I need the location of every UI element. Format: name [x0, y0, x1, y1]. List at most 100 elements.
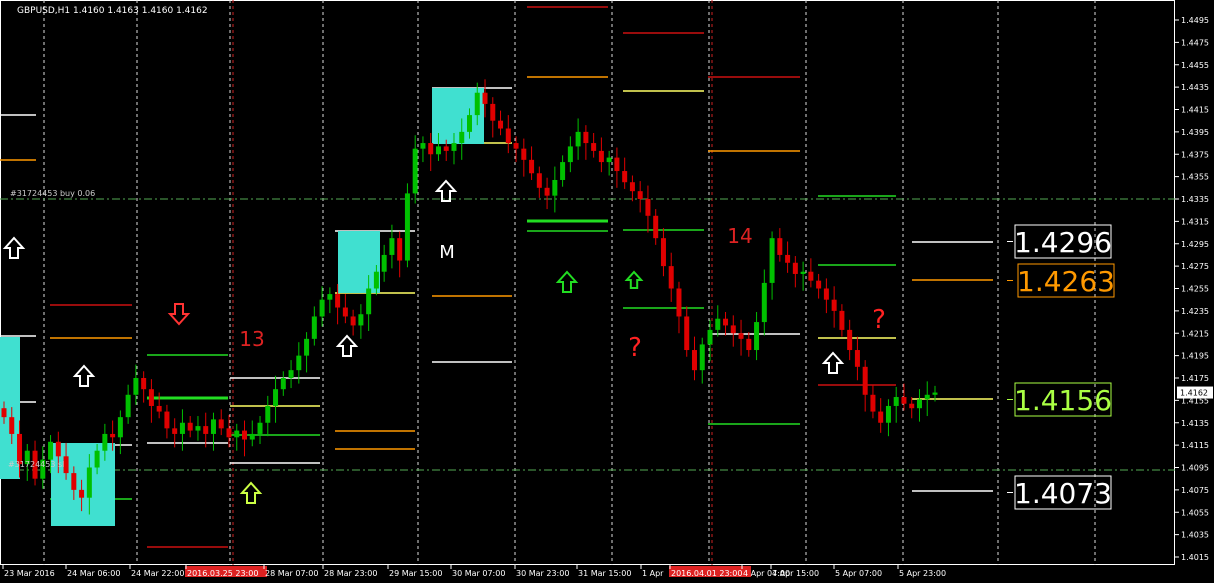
candle-body-52	[404, 193, 410, 261]
price-label-0: 1.4296	[1014, 226, 1112, 259]
price-label-3: 1.4073	[1014, 477, 1112, 510]
candle-body-13	[102, 433, 108, 451]
candle-body-106	[823, 288, 829, 300]
candle-body-54	[420, 143, 426, 149]
x-tick-label-15: 5 Apr 23:00	[899, 569, 946, 578]
candle-body-101	[785, 254, 791, 263]
mt4-chart-window[interactable]: 13 14 M?? 1.4296 1.4263 1.4156 1.4073 1.4495 1.…	[0, 0, 1214, 583]
candle-body-102	[792, 262, 798, 274]
grid-layer	[0, 0, 1175, 565]
candle-body-28	[218, 419, 224, 429]
candle-body-15	[117, 417, 123, 438]
candle-body-62	[482, 92, 488, 104]
candle-body-107	[831, 299, 837, 311]
candle-body-88	[684, 316, 690, 351]
y-tick-label-0: 1.4495	[1181, 16, 1209, 25]
price-axis: 1.4495 1.4475 1.4455 1.4435 1.4415 1.4395 1.43…	[1175, 16, 1213, 562]
candle-body-63	[490, 103, 496, 121]
y-tick-label-3: 1.4435	[1181, 83, 1209, 92]
y-tick-label-1: 1.4475	[1181, 38, 1209, 47]
candle-body-67	[521, 148, 527, 160]
candle-body-65	[505, 128, 511, 144]
x-tick-label-11: 2016.04.01 23:00	[671, 569, 742, 578]
candle-body-55	[428, 143, 434, 155]
candle-body-97	[754, 322, 760, 351]
y-tick-label-8: 1.4335	[1181, 195, 1209, 204]
candle-body-74	[575, 131, 581, 147]
up-arrow-white-0	[2, 236, 26, 259]
y-tick-label-5: 1.4395	[1181, 128, 1209, 137]
x-tick-label-1: 24 Mar 06:00	[67, 569, 120, 578]
candle-body-20	[156, 405, 162, 412]
candle-body-36	[280, 378, 286, 390]
time-axis: 23 Mar 2016 24 Mar 06:00 24 Mar 22:00 2016.…	[2, 565, 946, 578]
candle-body-33	[257, 422, 263, 434]
zone-box-0	[0, 337, 20, 479]
x-tick-label-8: 30 Mar 23:00	[516, 569, 569, 578]
candle-body-12	[94, 450, 100, 468]
candle-body-9	[71, 473, 77, 490]
x-tick-label-13: 4 Apr 15:00	[772, 569, 819, 578]
x-tick-label-7: 30 Mar 07:00	[452, 569, 505, 578]
order-label: #31724453 buy 0.06	[10, 189, 95, 198]
candle-body-29	[226, 428, 232, 438]
candle-body-60	[467, 115, 472, 132]
candle-body-53	[412, 148, 418, 194]
candle-body-49	[381, 254, 387, 272]
candle-body-80	[622, 171, 628, 183]
price-chart[interactable]: 1314M??1.42961.42631.41561.4073 1.44951.…	[0, 0, 1214, 583]
candle-body-115	[893, 397, 899, 406]
candle-body-22	[172, 428, 178, 434]
price-label-2: 1.4156	[1014, 384, 1112, 417]
candle-body-34	[265, 405, 271, 423]
up-arrow-green-1	[624, 270, 644, 289]
y-tick-label-22: 1.4055	[1181, 508, 1209, 517]
chart-title: GBPUSD,H1 1.4160 1.4163 1.4160 1.4162	[17, 6, 208, 16]
arrow-layer	[2, 179, 845, 504]
candle-body-91	[707, 329, 713, 345]
y-tick-label-2: 1.4455	[1181, 61, 1209, 70]
candle-body-81	[629, 182, 635, 192]
y-tick-label-21: 1.4075	[1181, 486, 1209, 495]
annotation-3: ?	[628, 333, 642, 363]
candle-body-39	[304, 338, 310, 356]
candle-body-116	[901, 397, 907, 404]
candle-body-72	[560, 162, 566, 180]
candle-body-6	[48, 441, 54, 460]
candle-body-117	[909, 403, 915, 409]
candle-body-44	[342, 307, 348, 317]
candle-body-103	[800, 271, 806, 274]
x-tick-label-5: 28 Mar 23:00	[324, 569, 377, 578]
candle-body-82	[637, 191, 643, 199]
candle-body-76	[591, 143, 597, 151]
candle-body-37	[288, 370, 294, 378]
annotation-4: ?	[872, 305, 886, 335]
candle-body-56	[435, 146, 441, 155]
y-tick-label-23: 1.4035	[1181, 531, 1209, 540]
candle-body-64	[498, 120, 504, 129]
candle-body-113	[878, 411, 884, 423]
candle-body-86	[668, 266, 674, 289]
candle-body-25	[195, 426, 201, 431]
x-tick-label-9: 31 Mar 15:00	[578, 569, 631, 578]
candle-body-35	[273, 389, 279, 406]
candle-body-23	[179, 422, 185, 434]
candle-body-85	[660, 238, 666, 267]
candle-body-59	[459, 131, 465, 144]
candle-body-112	[870, 394, 876, 412]
candle-body-108	[839, 310, 845, 330]
candle-body-100	[777, 238, 783, 255]
candle-body-71	[552, 179, 558, 196]
candle-body-77	[598, 150, 604, 163]
up-arrow-white-4	[821, 351, 845, 374]
y-tick-label-9: 1.4315	[1181, 217, 1209, 226]
candle-body-104	[808, 271, 814, 281]
candle-body-19	[148, 389, 154, 406]
candle-body-66	[513, 143, 519, 149]
x-tick-label-2: 24 Mar 22:00	[131, 569, 184, 578]
candle-body-75	[583, 131, 589, 144]
x-tick-label-6: 29 Mar 15:00	[389, 569, 442, 578]
up-arrow-lime-0	[239, 481, 263, 504]
candle-body-16	[125, 394, 131, 418]
candle-body-41	[319, 299, 325, 317]
